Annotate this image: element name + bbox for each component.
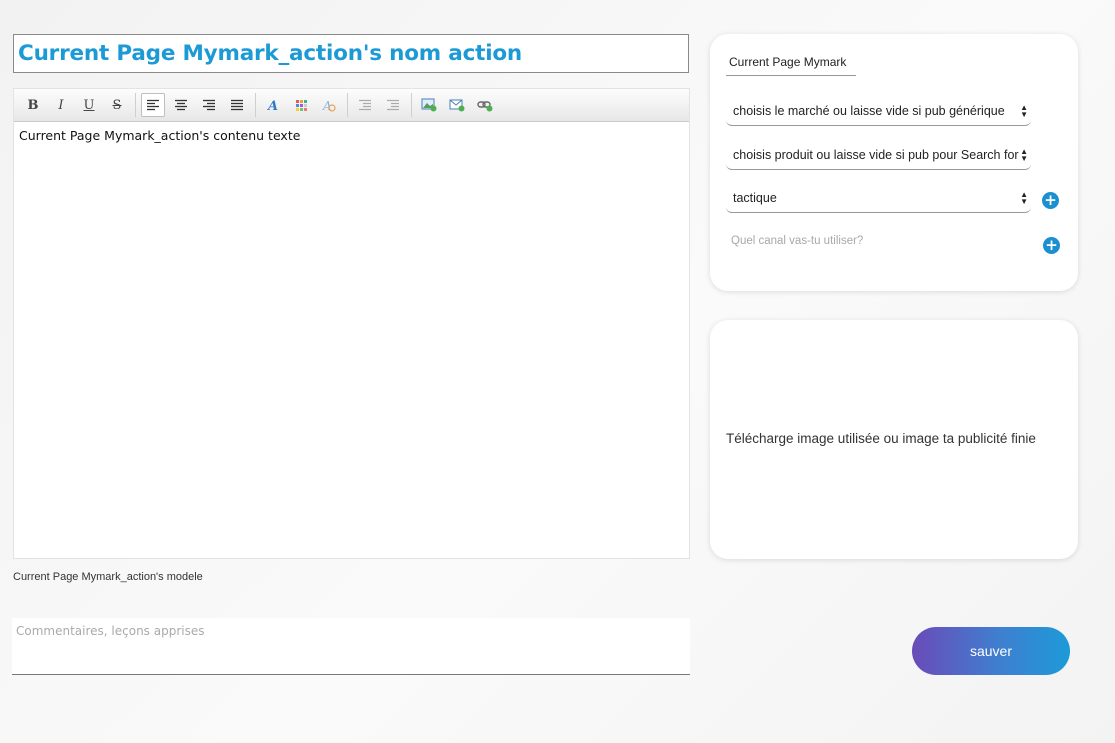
align-right-icon [203, 99, 215, 111]
align-left-button[interactable] [141, 93, 165, 117]
product-select-value: choisis produit ou laisse vide si pub po… [733, 148, 1019, 162]
tactic-select-value: tactique [733, 191, 777, 205]
outdent-button[interactable] [353, 93, 377, 117]
align-right-button[interactable] [197, 93, 221, 117]
insert-image-button[interactable] [417, 93, 441, 117]
add-channel-button[interactable]: + [1043, 237, 1060, 254]
editor-toolbar: B I U S A A [14, 89, 689, 122]
model-label: Current Page Mymark_action's modele [13, 571, 203, 583]
indent-button[interactable] [381, 93, 405, 117]
outdent-icon [359, 99, 371, 111]
comments-field[interactable]: Commentaires, leçons apprises [12, 618, 690, 675]
select-arrows-icon: ▲ ▼ [1020, 103, 1028, 119]
indent-icon [387, 99, 399, 111]
link-icon [477, 101, 493, 112]
action-settings-card: Current Page Mymark choisis le marché ou… [710, 34, 1078, 291]
image-icon [421, 98, 437, 112]
align-center-icon [175, 99, 187, 111]
editor-content[interactable]: Current Page Mymark_action's contenu tex… [14, 122, 689, 149]
italic-button[interactable]: I [49, 93, 73, 117]
bold-icon: B [27, 97, 39, 113]
market-select[interactable]: choisis le marché ou laisse vide si pub … [726, 98, 1031, 126]
justify-button[interactable] [225, 93, 249, 117]
strikethrough-button[interactable]: S [105, 93, 129, 117]
toolbar-divider [411, 93, 412, 117]
bold-button[interactable]: B [21, 93, 45, 117]
email-icon [449, 99, 465, 112]
svg-text:A: A [266, 99, 278, 112]
justify-icon [231, 99, 243, 111]
insert-link-button[interactable] [473, 93, 497, 117]
align-left-icon [147, 99, 159, 111]
product-select[interactable]: choisis produit ou laisse vide si pub po… [726, 142, 1031, 170]
image-upload-card[interactable]: Télécharge image utilisée ou image ta pu… [710, 320, 1078, 559]
font-icon: A [266, 99, 278, 112]
strikethrough-icon: S [112, 97, 122, 113]
mymark-input[interactable]: Current Page Mymark [726, 51, 856, 76]
select-arrows-icon: ▲ ▼ [1020, 190, 1028, 206]
underline-icon: U [83, 97, 95, 113]
channel-input[interactable]: Quel canal vas-tu utiliser? [731, 235, 863, 247]
color-palette-icon [296, 100, 307, 111]
action-name-input[interactable]: Current Page Mymark_action's nom action [13, 34, 689, 73]
insert-email-button[interactable] [445, 93, 469, 117]
font-button[interactable]: A [261, 93, 285, 117]
clear-format-button[interactable]: A [317, 93, 341, 117]
select-arrows-icon: ▲ ▼ [1020, 147, 1028, 163]
plus-icon: + [1045, 236, 1058, 254]
upload-prompt: Télécharge image utilisée ou image ta pu… [726, 431, 1036, 446]
add-tactic-button[interactable]: + [1042, 192, 1059, 209]
plus-icon: + [1044, 191, 1057, 209]
rich-text-editor: B I U S A A Current Page Mymark_action's… [13, 88, 690, 559]
italic-icon: I [58, 97, 64, 113]
color-button[interactable] [289, 93, 313, 117]
save-button[interactable]: sauver [912, 627, 1070, 675]
market-select-value: choisis le marché ou laisse vide si pub … [733, 104, 1005, 118]
toolbar-divider [347, 93, 348, 117]
toolbar-divider [255, 93, 256, 117]
clear-format-icon: A [322, 99, 336, 112]
tactic-select[interactable]: tactique ▲ ▼ [726, 185, 1031, 213]
toolbar-divider [135, 93, 136, 117]
align-center-button[interactable] [169, 93, 193, 117]
underline-button[interactable]: U [77, 93, 101, 117]
